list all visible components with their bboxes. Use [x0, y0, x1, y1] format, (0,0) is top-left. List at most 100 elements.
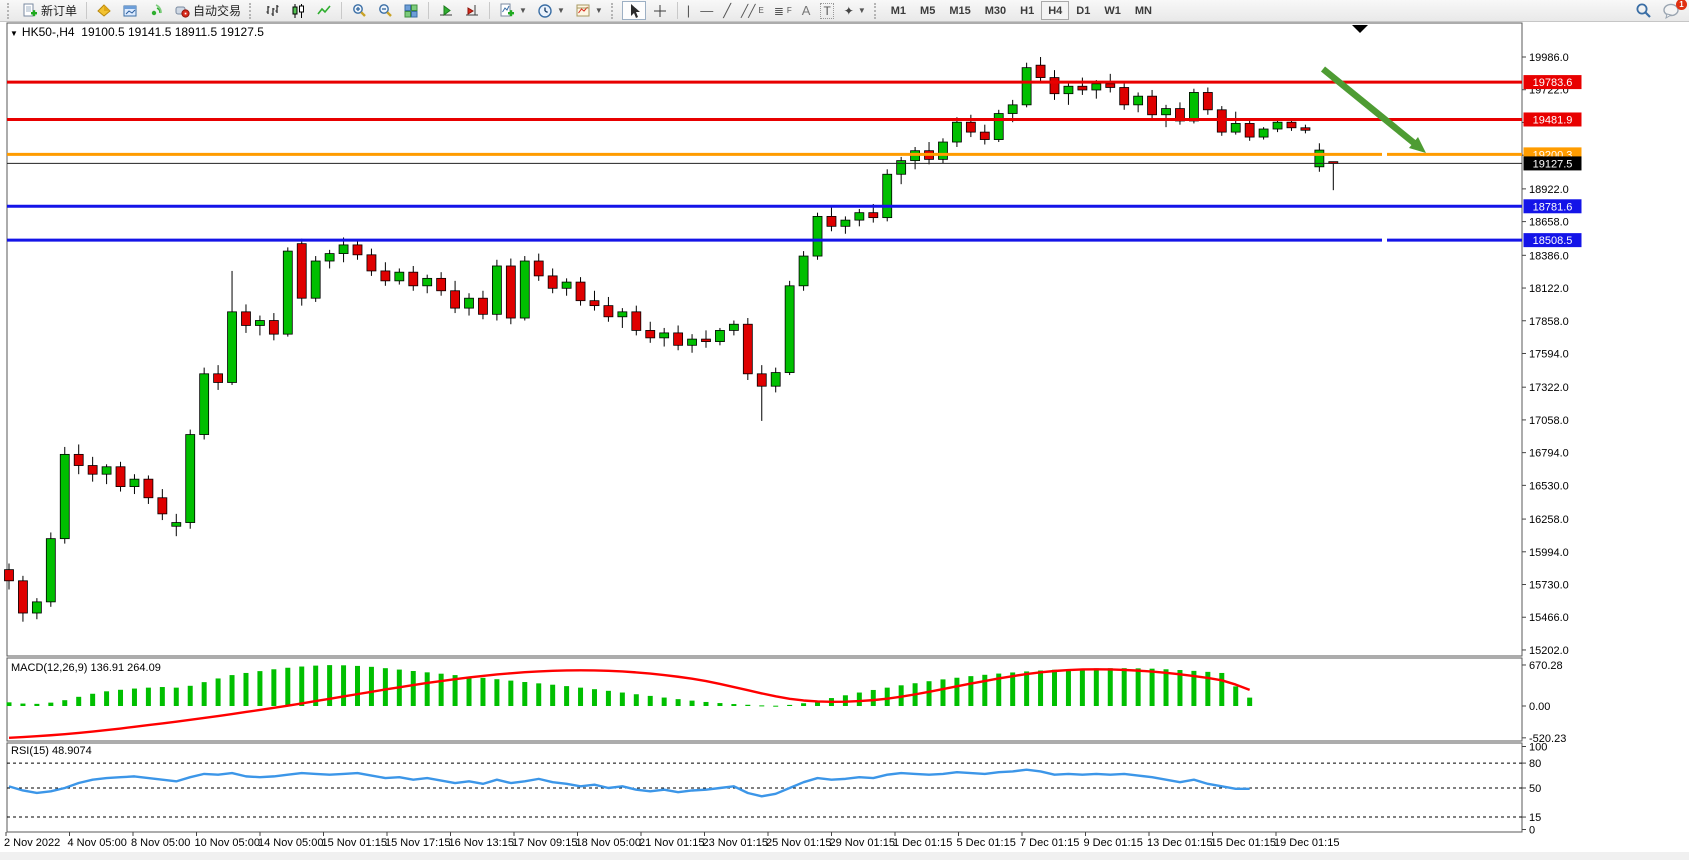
macd-axis-tick-label: 0.00: [1529, 701, 1550, 713]
timeframe-h4-button[interactable]: H4: [1041, 1, 1069, 20]
vertical-line-tool-button[interactable]: |: [683, 1, 694, 20]
timeframe-h1-button[interactable]: H1: [1013, 1, 1041, 20]
tile-windows-button[interactable]: [399, 1, 423, 20]
macd-bar: [146, 688, 151, 706]
templates-button[interactable]: ▼: [571, 1, 607, 20]
macd-bar: [787, 705, 792, 706]
date-axis-label: 1 Dec 01:15: [893, 837, 952, 849]
candle-body: [437, 278, 446, 290]
macd-bar: [801, 703, 806, 706]
timeframe-m1-button[interactable]: M1: [884, 1, 913, 20]
fibonacci-tool-button[interactable]: ≣F: [770, 1, 796, 20]
auto-scroll-icon: [438, 3, 454, 19]
auto-trading-button[interactable]: 自动交易: [170, 1, 245, 20]
candle-body: [1301, 128, 1310, 130]
macd-bar: [1024, 671, 1029, 706]
channel-icon: ╱╱: [741, 4, 755, 18]
cursor-icon: [626, 3, 642, 19]
macd-bar: [48, 703, 53, 706]
market-watch-button[interactable]: [92, 1, 116, 20]
new-order-icon: [22, 3, 38, 19]
macd-bar: [243, 673, 248, 706]
price-axis-tick-label: 17322.0: [1529, 382, 1569, 394]
candle-body: [478, 298, 487, 314]
bar-chart-button[interactable]: [260, 1, 284, 20]
periods-button[interactable]: ▼: [533, 1, 569, 20]
timeframe-mn-button[interactable]: MN: [1128, 1, 1159, 20]
candle-body: [813, 216, 822, 256]
notifications-button[interactable]: 1: [1658, 1, 1684, 20]
line-drag-handle[interactable]: [1382, 238, 1387, 243]
crosshair-tool-button[interactable]: [648, 1, 672, 20]
date-axis-label: 16 Nov 13:15: [449, 837, 514, 849]
macd-bar: [536, 683, 541, 706]
zoom-out-button[interactable]: [373, 1, 397, 20]
macd-bar: [480, 678, 485, 706]
arrows-tool-button[interactable]: ✦▼: [840, 1, 870, 20]
text-tool-button[interactable]: A: [798, 1, 815, 20]
price-axis-tick-label: 19986.0: [1529, 52, 1569, 64]
line-chart-button[interactable]: [312, 1, 336, 20]
macd-bar: [230, 675, 235, 706]
macd-bar: [467, 677, 472, 706]
chart-canvas[interactable]: 19986.019722.019458.019194.018922.018658…: [0, 22, 1689, 860]
macd-bar: [885, 688, 890, 706]
candle-body: [604, 306, 613, 317]
macd-bar: [7, 702, 12, 706]
auto-trading-icon: [174, 3, 190, 19]
macd-bar: [1122, 668, 1127, 706]
timeframe-m15-button[interactable]: M15: [942, 1, 977, 20]
zoom-in-button[interactable]: [347, 1, 371, 20]
search-button[interactable]: [1631, 1, 1656, 20]
date-axis-label: 21 Nov 01:15: [639, 837, 704, 849]
notification-badge: 1: [1676, 0, 1687, 10]
arrows-icon: ✦: [844, 4, 854, 18]
cursor-tool-button[interactable]: [622, 1, 646, 20]
tile-windows-icon: [403, 3, 419, 19]
vertical-line-icon: |: [687, 3, 690, 18]
candle-body: [618, 312, 627, 317]
date-axis-label: 25 Nov 01:15: [766, 837, 831, 849]
horizontal-line-icon: —: [700, 3, 713, 18]
toolbar-grip[interactable]: [249, 3, 256, 19]
toolbar-grip[interactable]: [611, 3, 618, 19]
candle-body: [688, 339, 697, 345]
macd-bar: [592, 689, 597, 706]
candle-body: [1106, 84, 1115, 88]
candle-body: [18, 581, 27, 613]
channel-tool-button[interactable]: ╱╱E: [737, 1, 768, 20]
candle-body: [938, 142, 947, 159]
text-label-tool-button[interactable]: T: [816, 1, 837, 20]
chart-shift-button[interactable]: [460, 1, 484, 20]
timeframe-d1-button[interactable]: D1: [1069, 1, 1097, 20]
timeframe-w1-button[interactable]: W1: [1097, 1, 1128, 20]
auto-scroll-button[interactable]: [434, 1, 458, 20]
toolbar-grip[interactable]: [7, 3, 14, 19]
data-window-button[interactable]: [118, 1, 142, 20]
timeframe-m30-button[interactable]: M30: [978, 1, 1013, 20]
fibonacci-subscript: F: [787, 6, 792, 15]
date-axis-label: 10 Nov 05:00: [195, 837, 260, 849]
macd-bar: [759, 705, 764, 706]
indicators-button[interactable]: ▼: [495, 1, 531, 20]
auto-trading-label: 自动交易: [193, 2, 241, 19]
line-drag-handle[interactable]: [1382, 152, 1387, 157]
new-order-button[interactable]: 新订单: [18, 1, 81, 20]
candle-body: [1203, 92, 1212, 109]
timeframe-m5-button[interactable]: M5: [913, 1, 942, 20]
collapse-arrow-icon[interactable]: ▼: [10, 29, 18, 38]
macd-bar: [717, 703, 722, 706]
dropdown-arrow-icon: ▼: [557, 6, 565, 15]
signals-button[interactable]: [144, 1, 168, 20]
trendline-tool-button[interactable]: ╱: [719, 1, 735, 20]
candlestick-chart-button[interactable]: [286, 1, 310, 20]
macd-bar: [940, 679, 945, 706]
dropdown-arrow-icon: ▼: [519, 6, 527, 15]
macd-bar: [425, 672, 430, 706]
horizontal-line-tool-button[interactable]: —: [696, 1, 717, 20]
candle-body: [771, 373, 780, 387]
channel-subscript: E: [758, 6, 763, 15]
macd-bar: [132, 689, 137, 706]
toolbar-grip[interactable]: [874, 3, 881, 19]
date-axis-label: 2 Nov 2022: [4, 837, 60, 849]
